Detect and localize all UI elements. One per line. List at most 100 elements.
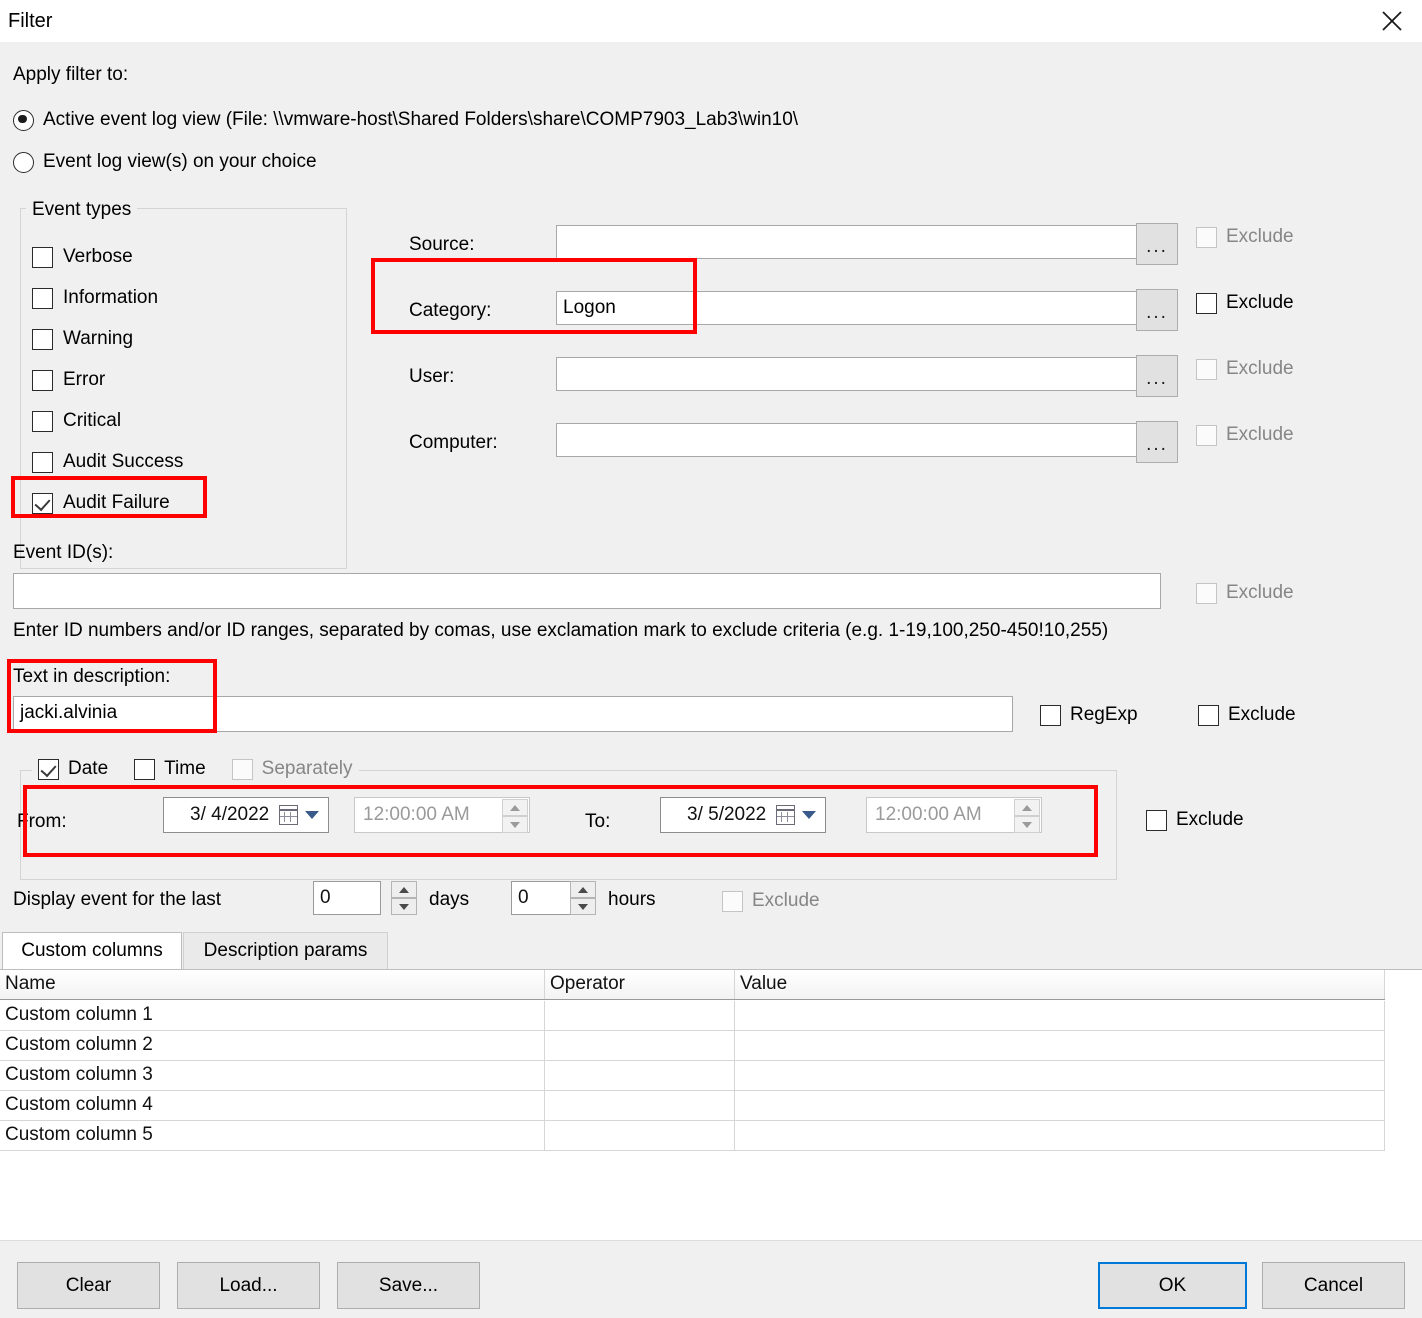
- spinner-up-icon[interactable]: [1014, 799, 1040, 816]
- description-exclude-checkbox-box[interactable]: [1198, 704, 1219, 726]
- user-exclude-checkbox-box[interactable]: [1196, 358, 1217, 380]
- user-input[interactable]: [556, 357, 1138, 391]
- tab-description-params[interactable]: Description params: [183, 932, 388, 969]
- date-exclude[interactable]: Exclude: [1146, 809, 1244, 831]
- cell-value[interactable]: [735, 1001, 1385, 1030]
- spinner-down-icon[interactable]: [1014, 816, 1040, 833]
- cell-operator[interactable]: [545, 1001, 735, 1030]
- checkbox-critical[interactable]: Critical: [32, 410, 121, 432]
- radio-active-event-log-view[interactable]: Active event log view (File: \\vmware-ho…: [13, 109, 798, 131]
- display-last-exclude[interactable]: Exclude: [722, 890, 820, 912]
- from-date-field[interactable]: 3/ 4/2022: [163, 797, 329, 833]
- hours-up-icon[interactable]: [570, 881, 596, 898]
- from-time-field[interactable]: 12:00:00 AM: [354, 797, 530, 833]
- clear-button[interactable]: Clear: [17, 1262, 160, 1309]
- category-exclude[interactable]: Exclude: [1196, 292, 1294, 314]
- column-header-value[interactable]: Value: [735, 970, 1385, 999]
- critical-checkbox-box[interactable]: [32, 410, 53, 432]
- cell-operator[interactable]: [545, 1091, 735, 1120]
- cell-value[interactable]: [735, 1031, 1385, 1060]
- radio-button-active[interactable]: [13, 109, 34, 131]
- source-input[interactable]: [556, 225, 1138, 259]
- spinner-up-icon[interactable]: [502, 799, 528, 816]
- event-ids-exclude[interactable]: Exclude: [1196, 582, 1294, 604]
- regexp-checkbox-box[interactable]: [1040, 704, 1061, 726]
- checkbox-information[interactable]: Information: [32, 287, 158, 309]
- audit-failure-checkbox-box[interactable]: [32, 492, 53, 514]
- error-checkbox-box[interactable]: [32, 369, 53, 391]
- event-ids-exclude-checkbox-box[interactable]: [1196, 582, 1217, 604]
- cell-value[interactable]: [735, 1121, 1385, 1150]
- cell-value[interactable]: [735, 1061, 1385, 1090]
- from-time-spinner[interactable]: [502, 799, 528, 833]
- column-header-name[interactable]: Name: [0, 970, 545, 999]
- ok-button[interactable]: OK: [1098, 1262, 1247, 1309]
- spinner-down-icon[interactable]: [502, 816, 528, 833]
- event-ids-input[interactable]: [13, 573, 1161, 609]
- days-input[interactable]: 0: [313, 881, 381, 915]
- checkbox-separately[interactable]: Separately: [231, 758, 353, 780]
- computer-exclude[interactable]: Exclude: [1196, 424, 1294, 446]
- cell-operator[interactable]: [545, 1061, 735, 1090]
- warning-checkbox-box[interactable]: [32, 328, 53, 350]
- checkbox-audit-success[interactable]: Audit Success: [32, 451, 183, 473]
- table-row[interactable]: Custom column 5: [0, 1121, 1385, 1151]
- date-checkbox-box[interactable]: [38, 758, 59, 780]
- description-exclude-label: Exclude: [1228, 704, 1296, 725]
- computer-input[interactable]: [556, 423, 1138, 457]
- source-browse-button[interactable]: ...: [1136, 223, 1178, 265]
- table-row[interactable]: Custom column 1: [0, 1001, 1385, 1031]
- days-stepper[interactable]: [391, 881, 417, 915]
- radio-event-log-views-choice[interactable]: Event log view(s) on your choice: [13, 151, 317, 173]
- checkbox-date[interactable]: Date: [38, 758, 108, 780]
- days-up-icon[interactable]: [391, 881, 417, 898]
- checkbox-warning[interactable]: Warning: [32, 328, 133, 350]
- audit-success-checkbox-box[interactable]: [32, 451, 53, 473]
- hours-stepper[interactable]: [570, 881, 596, 915]
- source-exclude-checkbox-box[interactable]: [1196, 226, 1217, 248]
- close-icon[interactable]: [1368, 2, 1416, 40]
- radio-button-choice[interactable]: [13, 151, 34, 173]
- source-exclude[interactable]: Exclude: [1196, 226, 1294, 248]
- description-exclude[interactable]: Exclude: [1198, 704, 1296, 726]
- cell-name: Custom column 4: [0, 1091, 545, 1120]
- display-last-exclude-checkbox-box[interactable]: [722, 890, 743, 912]
- description-input[interactable]: jacki.alvinia: [13, 696, 1013, 732]
- checkbox-audit-failure[interactable]: Audit Failure: [32, 492, 170, 514]
- user-exclude[interactable]: Exclude: [1196, 358, 1294, 380]
- to-time-field[interactable]: 12:00:00 AM: [866, 797, 1042, 833]
- computer-browse-button[interactable]: ...: [1136, 421, 1178, 463]
- cell-operator[interactable]: [545, 1121, 735, 1150]
- to-date-field[interactable]: 3/ 5/2022: [660, 797, 826, 833]
- category-exclude-checkbox-box[interactable]: [1196, 292, 1217, 314]
- to-time-spinner[interactable]: [1014, 799, 1040, 833]
- hours-input[interactable]: 0: [511, 881, 579, 915]
- information-checkbox-box[interactable]: [32, 287, 53, 309]
- load-button[interactable]: Load...: [177, 1262, 320, 1309]
- time-checkbox-box[interactable]: [134, 758, 156, 780]
- chevron-down-icon[interactable]: [802, 811, 816, 819]
- table-row[interactable]: Custom column 3: [0, 1061, 1385, 1091]
- table-row[interactable]: Custom column 2: [0, 1031, 1385, 1061]
- cell-value[interactable]: [735, 1091, 1385, 1120]
- verbose-checkbox-box[interactable]: [32, 246, 53, 268]
- checkbox-time[interactable]: Time: [134, 758, 206, 780]
- date-exclude-checkbox-box[interactable]: [1146, 809, 1167, 831]
- table-row[interactable]: Custom column 4: [0, 1091, 1385, 1121]
- cancel-button[interactable]: Cancel: [1262, 1262, 1405, 1309]
- days-down-icon[interactable]: [391, 898, 417, 915]
- column-header-operator[interactable]: Operator: [545, 970, 735, 999]
- hours-down-icon[interactable]: [570, 898, 596, 915]
- separately-checkbox-box[interactable]: [231, 758, 253, 780]
- tab-custom-columns[interactable]: Custom columns: [2, 932, 182, 969]
- computer-exclude-checkbox-box[interactable]: [1196, 424, 1217, 446]
- save-button[interactable]: Save...: [337, 1262, 480, 1309]
- user-browse-button[interactable]: ...: [1136, 355, 1178, 397]
- description-regexp[interactable]: RegExp: [1040, 704, 1138, 726]
- category-input[interactable]: Logon: [556, 291, 1138, 325]
- checkbox-error[interactable]: Error: [32, 369, 105, 391]
- cell-operator[interactable]: [545, 1031, 735, 1060]
- category-browse-button[interactable]: ...: [1136, 289, 1178, 331]
- chevron-down-icon[interactable]: [305, 811, 319, 819]
- checkbox-verbose[interactable]: Verbose: [32, 246, 133, 268]
